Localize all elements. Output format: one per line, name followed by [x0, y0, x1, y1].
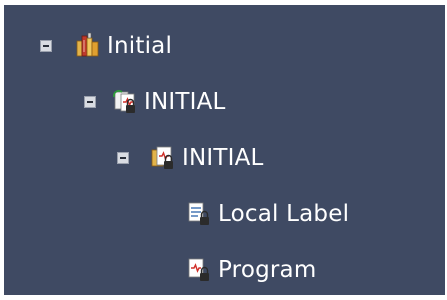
program-icon: [186, 256, 212, 282]
tree-node-label: Program: [218, 257, 317, 283]
tree-node-initial-task[interactable]: INITIAL: [4, 82, 445, 122]
local-label-icon: [186, 200, 212, 226]
task-program-icon: [112, 88, 138, 114]
tree-node-initial-project[interactable]: Initial: [4, 26, 445, 66]
collapse-toggle-icon[interactable]: [117, 152, 129, 164]
tree-node-label: Local Label: [218, 201, 350, 227]
tree-node-program[interactable]: Program: [4, 250, 445, 290]
collapse-toggle-icon[interactable]: [84, 96, 96, 108]
project-books-icon: [75, 32, 101, 58]
tree-node-label: Initial: [107, 33, 173, 59]
project-tree-panel: Initial INITIAL INITIAL Local Label Prog…: [4, 5, 445, 295]
tree-node-local-label[interactable]: Local Label: [4, 194, 445, 234]
tree-node-label: INITIAL: [182, 145, 264, 171]
collapse-toggle-icon[interactable]: [40, 40, 52, 52]
tree-node-label: INITIAL: [144, 89, 226, 115]
tree-node-initial-program-block[interactable]: INITIAL: [4, 138, 445, 178]
program-block-icon: [150, 144, 176, 170]
